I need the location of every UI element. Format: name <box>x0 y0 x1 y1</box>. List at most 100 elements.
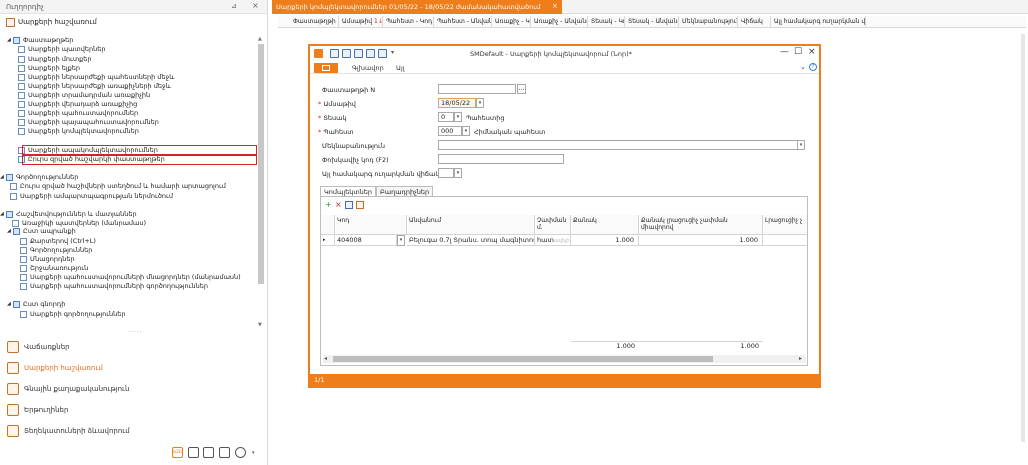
expand-arrow-icon[interactable]: ◢ <box>7 36 11 45</box>
warehouse-field[interactable]: 000 <box>438 126 462 136</box>
type-dropdown[interactable]: ▾ <box>454 112 462 122</box>
navigator-scrollbar[interactable]: ▲ ▼ <box>257 36 265 331</box>
tree-item[interactable]: Սարքերի գործողություններ <box>20 310 250 319</box>
comment-field[interactable] <box>438 140 798 150</box>
column-header[interactable]: Լրացուցիչ չ <box>763 215 807 235</box>
maximize-button[interactable]: ☐ <box>794 47 802 57</box>
expand-arrow-icon[interactable]: ◢ <box>7 300 11 309</box>
tree-item[interactable]: Սարքերի ներսարժեքի առաքիչների մեջև <box>18 82 250 91</box>
tree-item[interactable]: Ըուրս զրված հաշիվների ստեղծում և համարի … <box>10 182 250 191</box>
grid-column-header[interactable]: Մեկնաբանություն <box>679 16 738 28</box>
tree-folder[interactable]: ◢ Հաշվետվություններ և մատյաններ <box>0 210 245 219</box>
tree-item[interactable]: Սարքերի ամպարտպագրության ներմուծում <box>10 192 250 201</box>
column-header[interactable]: Քանակ <box>571 215 639 235</box>
print-icon[interactable] <box>354 49 363 58</box>
warehouse-dropdown[interactable]: ▾ <box>462 126 470 136</box>
ext-status-field[interactable] <box>438 168 454 178</box>
scrollbar-thumb[interactable] <box>333 356 713 362</box>
edit-icon[interactable] <box>356 201 364 209</box>
module-handshake[interactable]: Վաճառքներ <box>0 337 267 358</box>
list-scrollbar[interactable] <box>1020 30 1026 450</box>
grid-column-header[interactable]: Առաքիչ - Կոդ <box>492 16 531 28</box>
tree-folder[interactable]: ◢ Ըստ գնորդի <box>7 300 245 309</box>
tree-item[interactable]: Մնացորդներ <box>20 255 250 264</box>
date-field[interactable]: 18/05/22 <box>438 98 476 108</box>
comment-dropdown[interactable]: ▾ <box>797 140 805 150</box>
tab-other[interactable]: Այլ <box>396 64 405 72</box>
column-header[interactable]: Անվանում <box>407 215 535 235</box>
splitter-grip[interactable]: ····· <box>128 329 143 336</box>
grid-column-header[interactable]: Տեսակ - Կոդ <box>588 16 625 28</box>
type-field[interactable]: 0 <box>438 112 454 122</box>
grid-column-header[interactable]: Առաքիչ - Անվանում <box>531 16 588 28</box>
copy-icon[interactable] <box>345 201 353 209</box>
grid-column-header[interactable]: Փաստաթղթի N 2↓ <box>290 16 339 28</box>
scrollbar-thumb[interactable] <box>258 44 264 284</box>
tree-item[interactable]: Սարքերի պահուստավորումների մնացորդներ (մ… <box>20 273 250 282</box>
quick-access-dropdown-icon[interactable]: ▾ <box>391 49 394 56</box>
row-quantity[interactable]: 1.000 <box>571 235 639 246</box>
row-unit[interactable]: հատավելի <box>535 235 571 246</box>
row-code-dropdown[interactable]: ▾ <box>397 235 405 246</box>
doc-number-lookup-button[interactable]: ... <box>517 84 526 94</box>
tree-item[interactable]: Գործողություններ <box>20 246 250 255</box>
clipboard-icon[interactable] <box>188 447 199 458</box>
module-route[interactable]: Երթուղիներ <box>0 400 267 421</box>
lines-horizontal-scrollbar[interactable]: ◂ ▸ <box>323 355 806 363</box>
expand-arrow-icon[interactable]: ◢ <box>7 227 11 236</box>
help-icon[interactable]: ? <box>809 63 817 71</box>
grid-column-header[interactable]: Տեսակ - Անվանում <box>625 16 679 28</box>
row-extra-cell[interactable] <box>763 235 807 246</box>
ribbon-collapse-icon[interactable]: ⌄ <box>800 63 806 71</box>
expand-arrow-icon[interactable]: ◢ <box>0 173 4 182</box>
tab-main[interactable]: Գլխավոր <box>352 64 384 72</box>
document-titlebar[interactable]: ▾ SMDefault - Սարքերի կոմպլեկտավորում (Ն… <box>310 46 819 61</box>
tree-folder[interactable]: ◢ Գործողություններ <box>0 173 245 182</box>
module-directory[interactable]: Տեղեկատուների ձևավորում <box>0 421 267 442</box>
tree-item[interactable]: Սարքերի պայապահուստավորումներ <box>18 118 250 127</box>
close-button[interactable]: × <box>808 47 816 57</box>
doc-code-field[interactable] <box>438 154 564 164</box>
tree-item[interactable]: Սարքերի պատվերներ <box>18 45 250 54</box>
attach-icon[interactable] <box>378 49 387 58</box>
module-price-tag[interactable]: Գնային քաղաքականություն <box>0 379 267 400</box>
tree-item[interactable]: Սարքերի կոմպլեկտավորումներ <box>18 127 250 136</box>
save-close-icon[interactable] <box>342 49 351 58</box>
grid-column-header[interactable]: Վիճակ <box>738 16 771 28</box>
tree-item[interactable]: Քարտերով (Ctrl+L) <box>20 237 250 246</box>
tree-item[interactable]: Սարքերի պահուստավորումների գործողություն… <box>20 282 250 291</box>
doc-number-field[interactable] <box>438 84 516 94</box>
tree-item[interactable]: Սարքերի վերադարձ առաքիչից <box>18 100 250 109</box>
column-header[interactable]: Կոդ <box>335 215 407 235</box>
row-quantity-extra[interactable]: 1.000 <box>639 235 763 246</box>
person-icon[interactable] <box>235 447 246 458</box>
save-icon[interactable] <box>330 49 339 58</box>
column-header[interactable]: Չափման մ. <box>535 215 571 235</box>
tree-item[interactable]: Սարքերի ներսարժեքի պահեստների մեջև <box>18 73 250 82</box>
tree-item[interactable]: Շրջանառություն <box>20 264 250 273</box>
file-menu-button[interactable] <box>314 63 338 73</box>
users-icon[interactable] <box>203 447 214 458</box>
grid-column-header[interactable]: Ամսաթիվ 1↓ <box>339 16 383 28</box>
row-code[interactable]: 404008 <box>335 235 397 246</box>
tree-folder[interactable]: ◢ Ըստ ապրանքի <box>7 227 245 236</box>
column-header[interactable]: Քանակ լրացուցիչ չափման միավորով <box>639 215 763 235</box>
tab-close-button[interactable]: × <box>552 2 558 10</box>
dropdown-icon[interactable]: ▾ <box>252 450 255 456</box>
delete-row-button[interactable]: × <box>335 201 343 209</box>
expand-arrow-icon[interactable]: ◢ <box>0 210 4 219</box>
minimize-button[interactable]: — <box>780 47 789 57</box>
module-box[interactable]: Սարքերի հաշվառում <box>0 358 267 379</box>
date-dropdown[interactable]: ▾ <box>476 98 484 108</box>
grid-column-header[interactable]: Պահեստ - Կոդ <box>383 16 434 28</box>
grid-column-header[interactable]: Պահեստ - Անվանում <box>434 16 492 28</box>
new-document-icon[interactable] <box>366 49 375 58</box>
tools-icon[interactable] <box>219 447 230 458</box>
ext-status-dropdown[interactable]: ▾ <box>454 168 462 178</box>
grid-column-header[interactable]: Ալլ համակարգ ուղարկման վիճակ <box>771 16 866 28</box>
add-row-button[interactable]: + <box>325 201 333 209</box>
tree-item[interactable]: Սարքերի պահուստավորումներ <box>18 109 250 118</box>
tree-folder[interactable]: ◢ Փաստաթղթեր <box>7 36 245 45</box>
tree-item[interactable]: Սարքերի մուտքեր <box>18 55 250 64</box>
row-name[interactable]: Բելուգա 0.7լ Տրանս. տոպ մագնիտով <box>407 235 535 246</box>
